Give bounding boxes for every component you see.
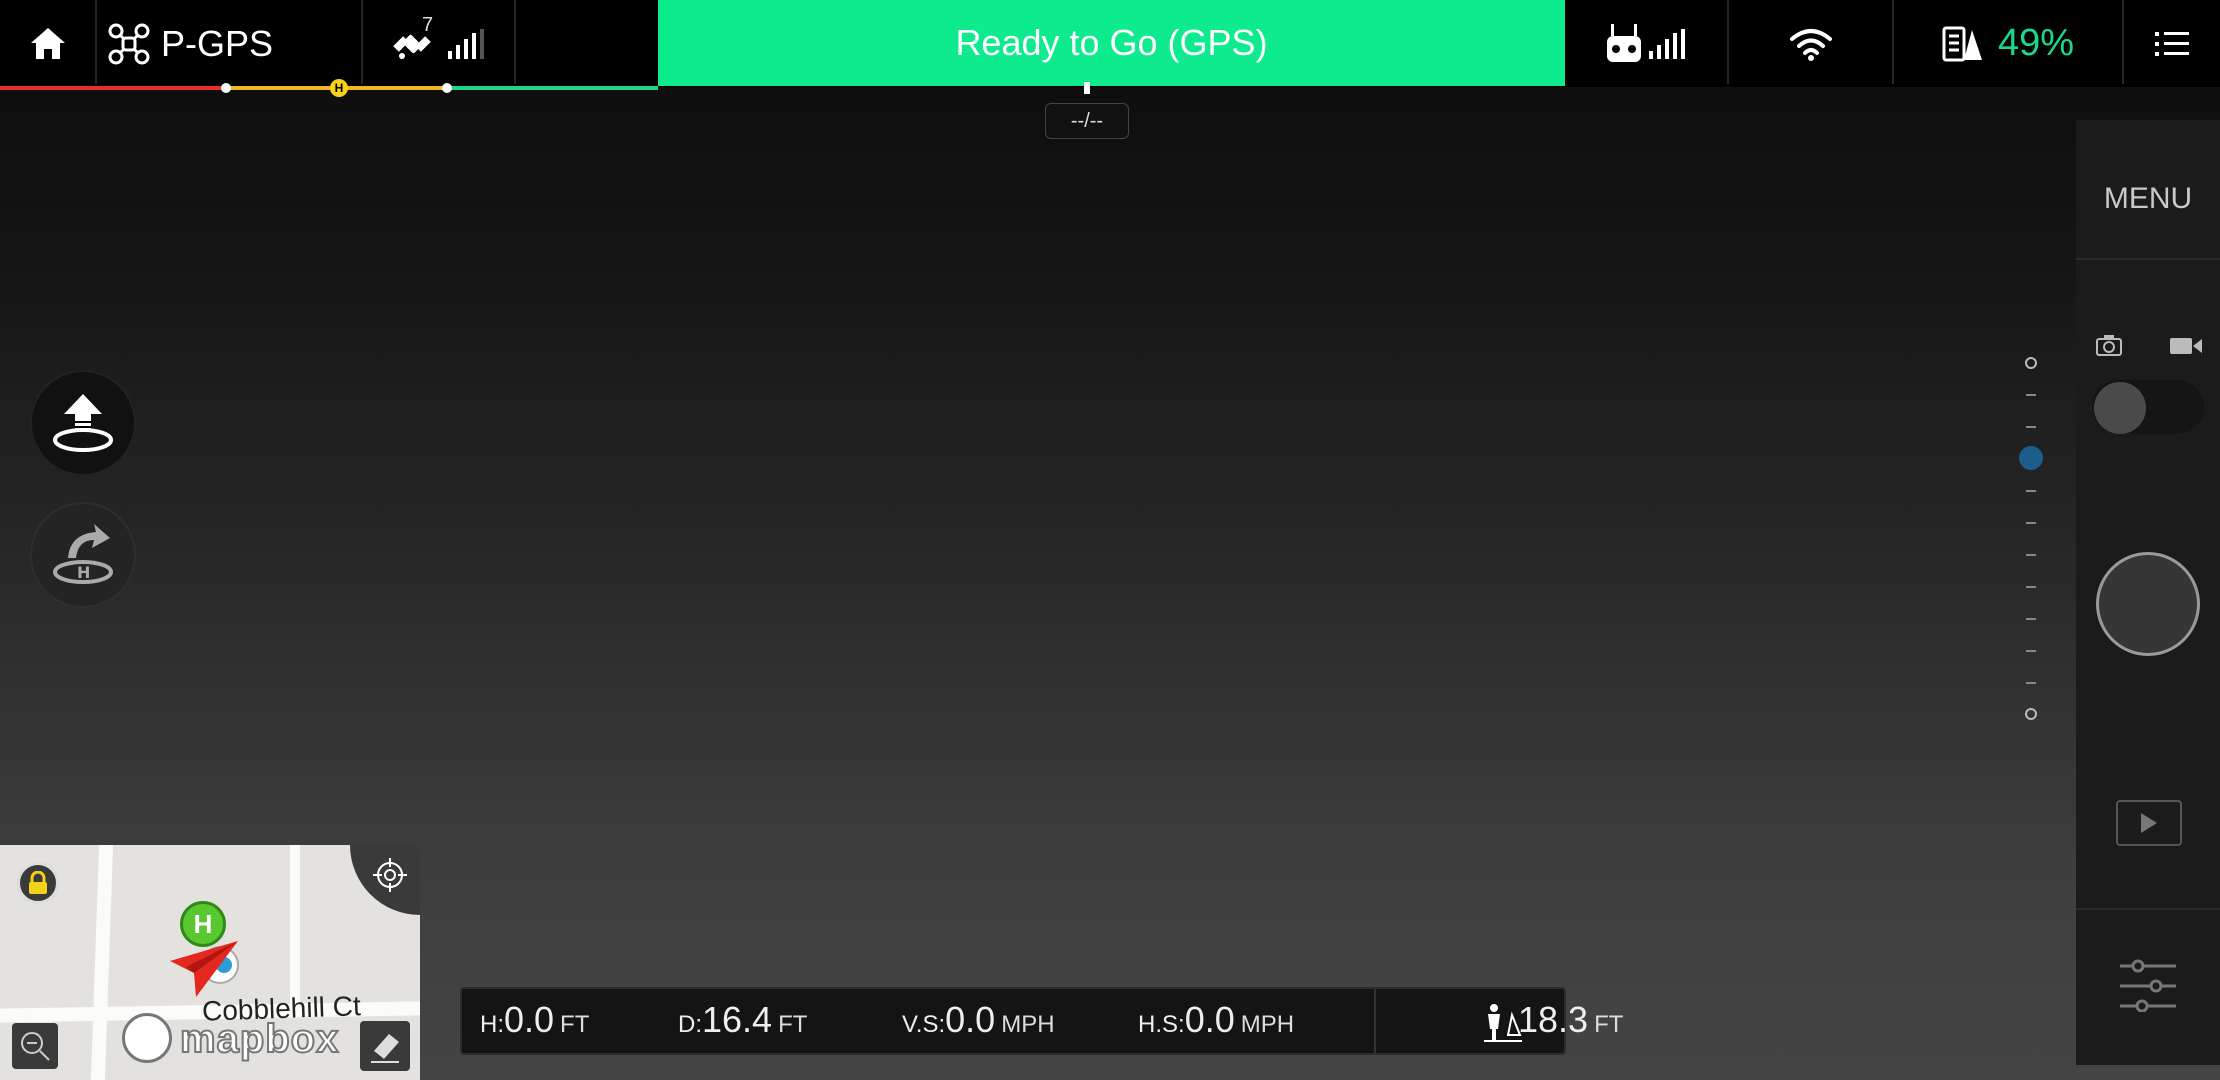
aircraft-status-text: Ready to Go (GPS): [955, 22, 1268, 63]
strip-marker: [442, 83, 452, 93]
telemetry-height: H:0.0 FT: [480, 999, 589, 1041]
drone-icon: [108, 23, 150, 64]
telemetry-horizontal-speed: H.S:0.0 MPH: [1138, 999, 1294, 1041]
remote-controller-signal[interactable]: [1565, 0, 1727, 87]
play-icon: [2141, 813, 2157, 833]
telemetry-unit: FT: [560, 1011, 590, 1038]
gimbal-zoom-scale[interactable]: [2016, 355, 2046, 725]
home-button[interactable]: [0, 0, 95, 87]
telemetry-value: 16.4: [702, 999, 773, 1040]
battery-percent: 49%: [1997, 22, 2075, 64]
video-icon[interactable]: [2170, 336, 2202, 356]
map-lock-button[interactable]: [17, 862, 59, 904]
flight-mode-indicator[interactable]: P-GPS: [97, 0, 361, 87]
svg-text:H: H: [77, 563, 90, 582]
telemetry-unit: FT: [778, 1011, 808, 1038]
flight-mode-label: P-GPS: [161, 22, 274, 64]
home-icon: [30, 27, 65, 59]
telemetry-label: D:: [678, 1011, 702, 1038]
lock-icon: [29, 871, 47, 894]
return-home-icon: H: [53, 524, 113, 584]
telemetry-value: 0.0: [504, 999, 555, 1040]
eraser-icon: [371, 1034, 399, 1063]
map-road: [290, 845, 300, 1015]
battery-icon: [1942, 26, 1982, 61]
locate-button[interactable]: [350, 845, 420, 915]
battery-strip-ok: [446, 86, 658, 90]
aircraft-location-icon: [170, 941, 239, 997]
satellite-count: 7: [422, 14, 434, 36]
camera-icon[interactable]: [2096, 334, 2122, 356]
telemetry-label: V.S:: [902, 1011, 946, 1038]
telemetry-bar: H:0.0 FT D:16.4 FT V.S:0.0 MPH H.S:0.0 MPH 1…: [460, 987, 1623, 1055]
aircraft-status-banner[interactable]: Ready to Go (GPS): [658, 0, 1565, 86]
mini-map[interactable]: Cobblehill Ct H mapbox: [0, 845, 420, 1080]
playback-button[interactable]: [2116, 800, 2182, 846]
camera-menu-button[interactable]: MENU: [2076, 182, 2220, 216]
telemetry-value: 0.0: [1184, 999, 1235, 1040]
map-layer-button[interactable]: [360, 1021, 410, 1071]
telemetry-vertical-speed: V.S:0.0 MPH: [902, 999, 1055, 1041]
toggle-knob[interactable]: [2094, 382, 2146, 434]
wifi-icon: [1789, 28, 1832, 61]
distance-tag: --/--: [1045, 103, 1129, 139]
telemetry-value: 0.0: [945, 999, 996, 1040]
wifi-signal[interactable]: [1729, 0, 1892, 87]
shutter-button[interactable]: [2096, 552, 2200, 656]
telemetry-pilot-distance: 18.3 FT: [1518, 999, 1623, 1041]
telemetry-unit: MPH: [1001, 1011, 1055, 1038]
zoom-out-icon: [21, 1032, 50, 1061]
return-to-home-button[interactable]: H: [30, 502, 136, 608]
remote-controller-icon: [1607, 23, 1641, 62]
telemetry-unit: FT: [1594, 1011, 1624, 1038]
telemetry-unit: MPH: [1240, 1011, 1295, 1038]
heading-notch: [1084, 82, 1090, 94]
gps-signal-icon: [448, 28, 484, 59]
map-road: [90, 845, 114, 1080]
mapbox-label: mapbox: [179, 1016, 340, 1062]
battery-indicator[interactable]: 49%: [1894, 0, 2122, 87]
map-zoom-out-button[interactable]: [12, 1023, 58, 1069]
list-icon: [2155, 31, 2189, 56]
pilot-distance-icon: [1484, 1004, 1522, 1042]
crosshair-icon: [373, 858, 407, 892]
telemetry-value: 18.3: [1518, 999, 1589, 1040]
camera-settings-icon[interactable]: [2120, 958, 2176, 1012]
telemetry-label: H:: [480, 1011, 504, 1038]
home-return-marker: H: [330, 79, 348, 97]
telemetry-label: H.S:: [1138, 1011, 1185, 1038]
takeoff-icon: [53, 394, 113, 452]
settings-list-button[interactable]: [2124, 0, 2220, 87]
gps-indicator[interactable]: [363, 0, 513, 87]
mapbox-logo: [122, 1013, 172, 1063]
top-bar: P-GPS 7 Ready to Go (GPS) 49%: [0, 0, 2220, 87]
battery-strip-low: [0, 86, 226, 90]
rc-signal-icon: [1649, 28, 1685, 59]
strip-marker: [221, 83, 231, 93]
telemetry-divider: [1374, 989, 1376, 1053]
telemetry-distance: D:16.4 FT: [678, 999, 807, 1041]
takeoff-button[interactable]: [30, 370, 136, 476]
